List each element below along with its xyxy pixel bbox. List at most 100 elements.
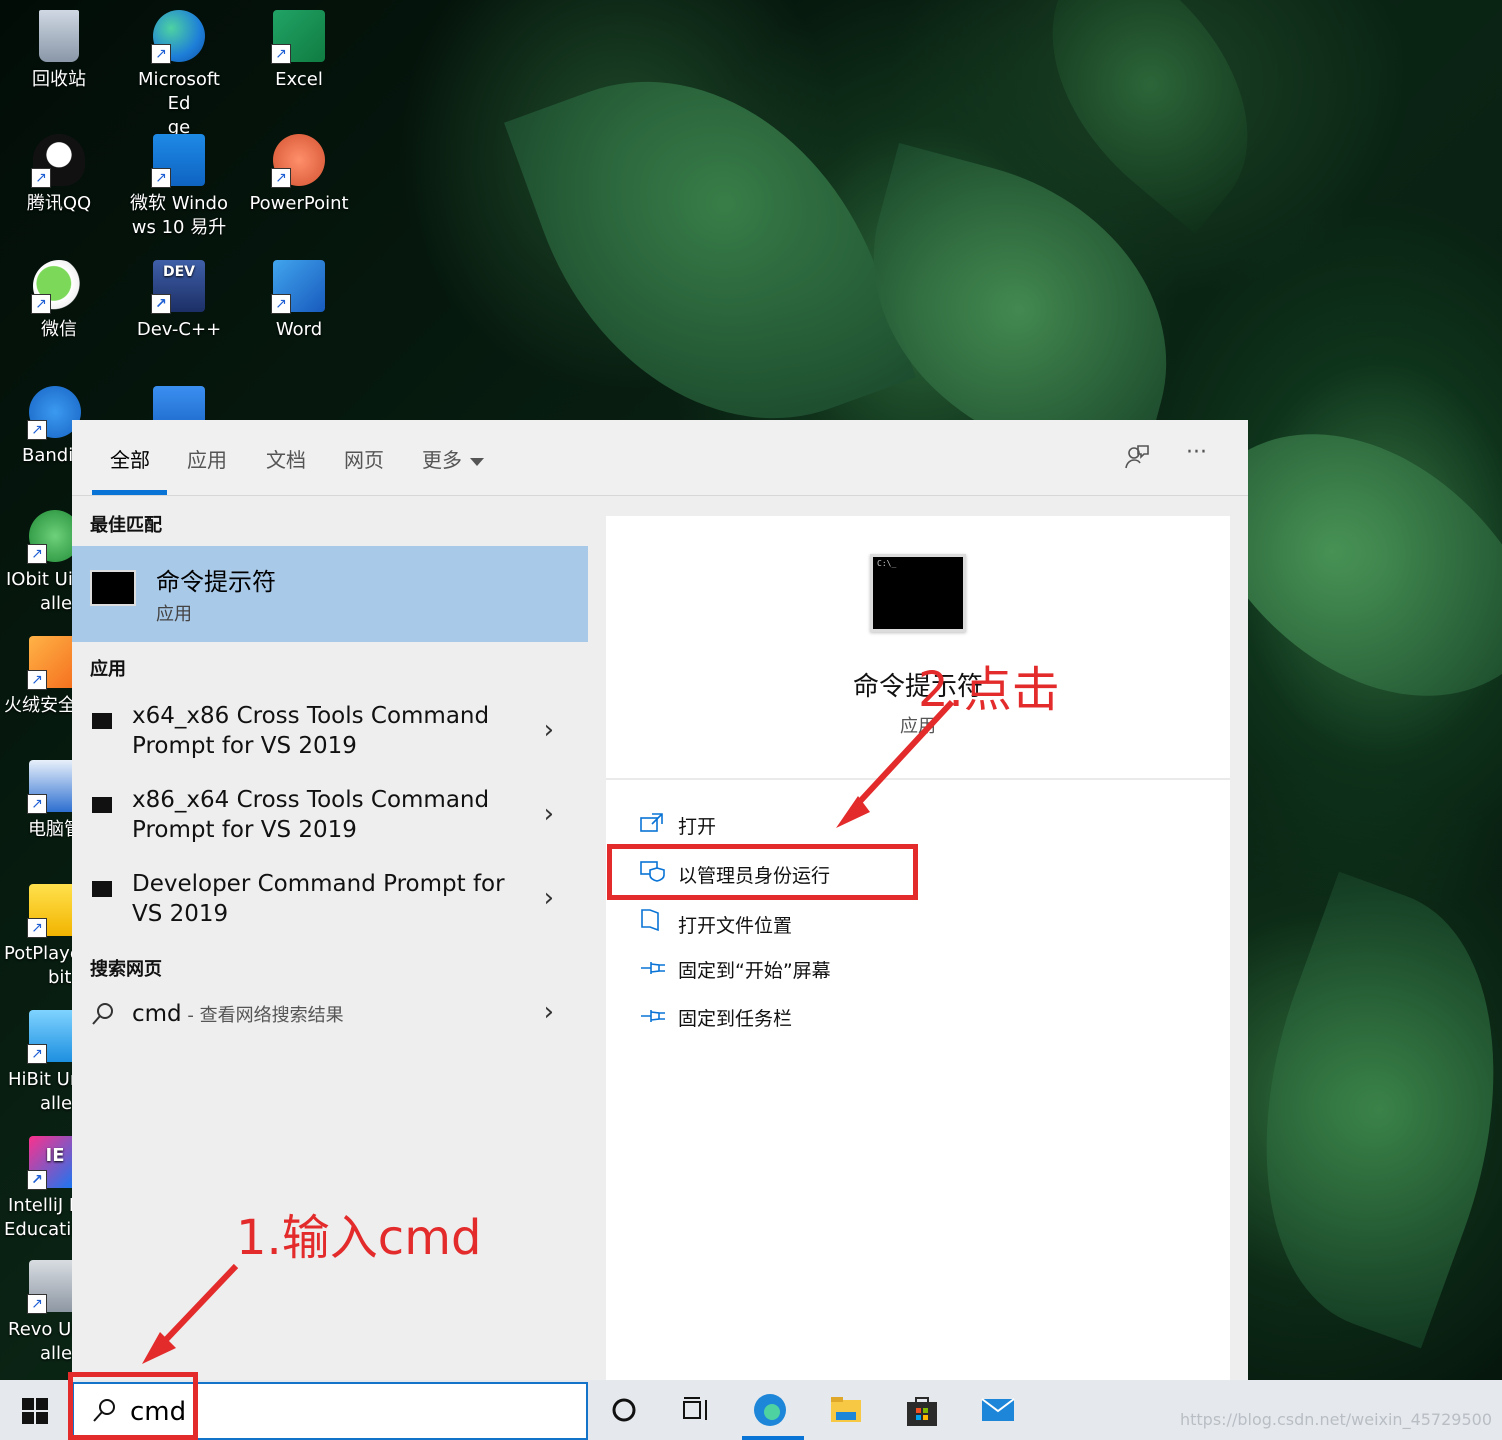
wallpaper-leaf: [504, 20, 916, 480]
list-item-line: VS 2019: [132, 901, 229, 927]
edge-icon[interactable]: [752, 1392, 788, 1428]
cmd-app-large-icon: C:\_: [870, 554, 966, 632]
desktop-icon-label: Excel: [275, 69, 323, 90]
taskbar: https://blog.csdn.net/weixin_45729500: [0, 1380, 1502, 1440]
desktop-icon-label: 微信: [41, 319, 77, 340]
search-tabs: 全部 应用 文档 网页 更多 ···: [72, 420, 1248, 496]
chevron-right-icon[interactable]: ›: [544, 997, 554, 1027]
feedback-icon[interactable]: [1124, 444, 1150, 476]
list-item-line: Prompt for VS 2019: [132, 817, 357, 843]
chevron-right-icon[interactable]: ›: [544, 799, 554, 829]
edge-icon: ↗: [151, 10, 205, 64]
powerpoint-icon: ↗: [271, 134, 325, 188]
apps-header: 应用: [90, 659, 126, 680]
annotation-highlight-search: [68, 1372, 198, 1440]
folder-location-icon: [640, 908, 670, 937]
web-search-item[interactable]: cmd - 查看网络搜索结果 ›: [72, 997, 588, 1047]
desktop-icon-label: Dev-C++: [136, 319, 222, 340]
chevron-right-icon[interactable]: ›: [544, 883, 554, 913]
best-match-type: 应用: [156, 604, 192, 625]
action-open-file-location[interactable]: 打开文件位置: [640, 908, 792, 948]
desktop-icon-windows-upgrade[interactable]: ↗ 微软 Windo ws 10 易升: [124, 126, 234, 240]
web-search-hint: - 查看网络搜索结果: [181, 1005, 344, 1026]
desktop-icon-label: Word: [275, 319, 323, 340]
tab-apps[interactable]: 应用: [187, 444, 227, 473]
list-item[interactable]: x64_x86 Cross Tools Command Prompt for V…: [72, 701, 588, 785]
desktop-icon-edge[interactable]: ↗ Microsoft Ed ge: [124, 2, 234, 140]
watermark: https://blog.csdn.net/weixin_45729500: [1179, 1410, 1492, 1429]
more-options-icon[interactable]: ···: [1186, 440, 1207, 465]
web-search-header: 搜索网页: [90, 959, 162, 980]
desktop-icon-excel[interactable]: ↗ Excel: [244, 2, 354, 92]
desktop-icon-qq[interactable]: ↗ 腾讯QQ: [4, 126, 114, 216]
cmd-app-icon: [92, 713, 112, 729]
annotation-highlight-admin: [607, 844, 918, 900]
list-item-line: Prompt for VS 2019: [132, 733, 357, 759]
excel-icon: ↗: [271, 10, 325, 64]
search-icon: [90, 1001, 116, 1033]
tab-more[interactable]: 更多: [422, 444, 484, 473]
desktop-icon-label: ws 10 易升: [131, 217, 227, 238]
action-label: 打开: [678, 816, 717, 838]
result-detail-pane: C:\_ 命令提示符 应用 打开 以管理员身份运行 打开文件位置 固定到“开始”…: [606, 516, 1230, 1380]
chevron-down-icon: [470, 457, 484, 466]
store-icon[interactable]: [904, 1392, 940, 1428]
desktop-icon-wechat[interactable]: ↗ 微信: [4, 252, 114, 342]
action-label: 固定到“开始”屏幕: [678, 960, 831, 982]
list-item[interactable]: x86_x64 Cross Tools Command Prompt for V…: [72, 785, 588, 869]
action-label: 固定到任务栏: [678, 1008, 793, 1030]
action-label: 打开文件位置: [678, 915, 793, 937]
desktop-icon-label: PowerPoint: [249, 193, 349, 214]
open-icon: [640, 813, 670, 838]
annotation-step1: 1.输入cmd: [236, 1210, 482, 1266]
recycle-bin-icon: [39, 10, 79, 62]
detail-header: C:\_ 命令提示符 应用: [606, 516, 1230, 780]
tab-web[interactable]: 网页: [344, 444, 384, 473]
best-match-item[interactable]: 命令提示符 应用: [72, 546, 588, 642]
tab-all[interactable]: 全部: [110, 444, 150, 473]
web-search-query-wrap: cmd - 查看网络搜索结果: [132, 1001, 344, 1027]
chevron-right-icon[interactable]: ›: [544, 715, 554, 745]
list-item-label: x86_x64 Cross Tools Command Prompt for V…: [132, 785, 522, 845]
tab-more-label: 更多: [422, 448, 462, 472]
task-view-icon[interactable]: [678, 1392, 714, 1428]
pin-icon: [640, 958, 670, 982]
list-item-line: x86_x64 Cross Tools Command: [132, 787, 490, 813]
list-item-line: Developer Command Prompt for: [132, 871, 505, 897]
tab-documents[interactable]: 文档: [266, 444, 306, 473]
cmd-app-icon: [92, 881, 112, 897]
cmd-app-icon: [92, 797, 112, 813]
cortana-icon[interactable]: [606, 1392, 642, 1428]
file-explorer-icon[interactable]: [828, 1392, 864, 1428]
desktop-icon-devcpp[interactable]: DEV ↗ Dev-C++: [124, 252, 234, 342]
desktop-icon-recycle-bin[interactable]: 回收站: [4, 2, 114, 92]
list-item[interactable]: Developer Command Prompt for VS 2019 ›: [72, 869, 588, 953]
action-pin-to-start[interactable]: 固定到“开始”屏幕: [640, 956, 831, 996]
list-item-label: x64_x86 Cross Tools Command Prompt for V…: [132, 701, 522, 761]
desktop-icon-label: 腾讯QQ: [26, 193, 92, 214]
list-item-label: Developer Command Prompt for VS 2019: [132, 869, 522, 929]
active-tab-indicator: [92, 490, 167, 495]
desktop-icon-word[interactable]: ↗ Word: [244, 252, 354, 342]
best-match-header: 最佳匹配: [90, 515, 162, 536]
mail-icon[interactable]: [980, 1392, 1016, 1428]
active-app-indicator: [742, 1436, 804, 1440]
cmd-thumb-prompt: C:\_: [877, 559, 897, 568]
list-item-line: x64_x86 Cross Tools Command: [132, 703, 490, 729]
word-icon: ↗: [271, 260, 325, 314]
web-search-query: cmd: [132, 1001, 182, 1027]
windows-start-icon[interactable]: [22, 1398, 48, 1424]
action-pin-to-taskbar[interactable]: 固定到任务栏: [640, 1004, 792, 1044]
best-match-name: 命令提示符: [156, 568, 276, 596]
cmd-app-icon: [90, 570, 136, 606]
desktop-icon-label: 回收站: [32, 69, 86, 90]
annotation-step2: 2.点击: [918, 662, 1060, 718]
pin-icon: [640, 1006, 670, 1030]
desktop-icon-label: 微软 Windo: [130, 193, 228, 214]
windows-upgrade-icon: ↗: [151, 134, 205, 188]
devcpp-icon: DEV ↗: [151, 260, 205, 314]
desktop-icon-powerpoint[interactable]: ↗ PowerPoint: [244, 126, 354, 216]
qq-icon: ↗: [31, 134, 85, 188]
desktop-icon-label: Microsoft Ed: [138, 69, 220, 114]
wechat-icon: ↗: [31, 260, 85, 314]
